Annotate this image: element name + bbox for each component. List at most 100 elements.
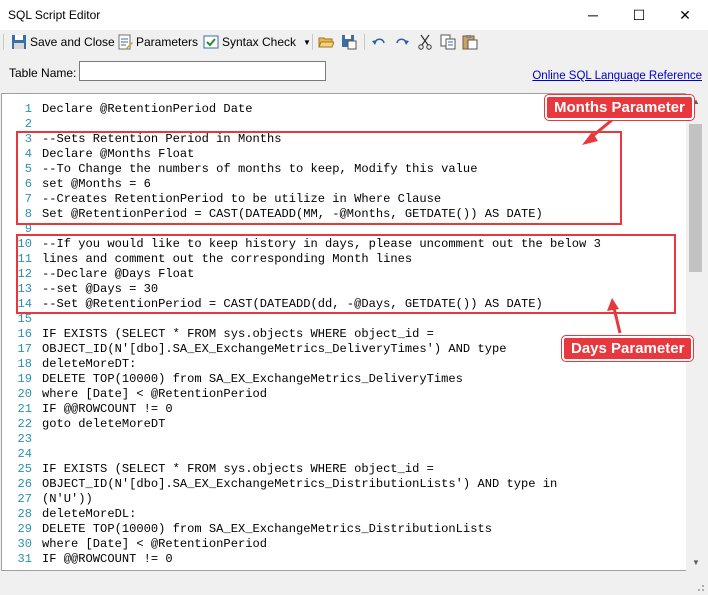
line-number: 29	[17, 522, 32, 536]
minimize-button[interactable]: ─	[570, 0, 616, 30]
minimize-icon: ─	[588, 7, 598, 23]
syntax-check-icon	[203, 35, 219, 49]
days-parameter-callout: Days Parameter	[562, 336, 694, 361]
code-text: OBJECT_ID(N'[dbo].SA_EX_ExchangeMetrics_…	[42, 342, 507, 356]
toolbar-separator-2	[364, 34, 365, 50]
code-text: deleteMoreDL:	[42, 507, 137, 521]
code-line: 21 IF @@ROWCOUNT != 0	[2, 402, 601, 417]
code-line: 29 DELETE TOP(10000) from SA_EX_ExchangeM…	[2, 522, 601, 537]
code-text: IF @@ROWCOUNT != 0	[42, 552, 173, 566]
line-number: 30	[17, 537, 32, 551]
cut-button[interactable]	[417, 33, 433, 51]
close-button[interactable]: ✕	[662, 0, 708, 30]
redo-icon	[396, 38, 409, 45]
line-number: 16	[17, 327, 32, 341]
months-parameter-callout: Months Parameter	[545, 95, 694, 120]
parameters-button[interactable]: Parameters	[117, 33, 198, 51]
save-as-icon	[342, 35, 357, 50]
code-line: 18 deleteMoreDT:	[2, 357, 601, 372]
status-bar	[0, 573, 708, 595]
line-number: 18	[17, 357, 32, 371]
vertical-scrollbar[interactable]: ▲ ▼	[686, 93, 706, 571]
resize-grip-icon[interactable]	[695, 582, 705, 592]
days-highlight-box	[16, 234, 676, 314]
parameters-label: Parameters	[136, 35, 199, 49]
paste-icon	[462, 35, 478, 50]
line-number: 19	[17, 372, 32, 386]
code-line: 1 Declare @RetentionPeriod Date	[2, 102, 601, 117]
scrollbar-thumb[interactable]	[689, 124, 702, 272]
table-name-row: Table Name: Online SQL Language Referenc…	[0, 56, 708, 90]
line-number: 31	[17, 552, 32, 566]
code-text: deleteMoreDT:	[42, 357, 137, 371]
undo-icon	[372, 38, 385, 45]
line-number: 27	[17, 492, 32, 506]
line-number: 24	[17, 447, 32, 461]
line-number: 20	[17, 387, 32, 401]
line-number: 25	[17, 462, 32, 476]
table-name-label: Table Name:	[9, 66, 77, 80]
code-line: 19 DELETE TOP(10000) from SA_EX_ExchangeM…	[2, 372, 601, 387]
line-number: 1	[24, 102, 32, 116]
code-line: 16 IF EXISTS (SELECT * FROM sys.objects W…	[2, 327, 601, 342]
code-text: IF @@ROWCOUNT != 0	[42, 402, 173, 416]
undo-button[interactable]	[371, 33, 387, 51]
paste-button[interactable]	[462, 33, 478, 51]
line-number: 26	[17, 477, 32, 491]
code-text: IF EXISTS (SELECT * FROM sys.objects WHE…	[42, 462, 434, 476]
line-number: 28	[17, 507, 32, 521]
line-number: 15	[17, 312, 32, 326]
folder-open-icon	[318, 37, 334, 48]
syntax-check-button[interactable]: Syntax Check ▼	[203, 33, 311, 51]
sql-reference-link[interactable]: Online SQL Language Reference	[532, 70, 702, 82]
months-highlight-box	[16, 131, 622, 225]
parameters-icon	[118, 34, 133, 50]
code-text: where [Date] < @RetentionPeriod	[42, 537, 267, 551]
code-text: goto deleteMoreDT	[42, 417, 166, 431]
code-line: 15	[2, 312, 601, 327]
save-icon	[12, 35, 26, 49]
maximize-icon: ☐	[632, 6, 646, 23]
open-button[interactable]	[318, 33, 334, 51]
code-line: 31 IF @@ROWCOUNT != 0	[2, 552, 601, 567]
line-number: 22	[17, 417, 32, 431]
line-number: 2	[24, 117, 32, 131]
code-line: 26 OBJECT_ID(N'[dbo].SA_EX_ExchangeMetric…	[2, 477, 601, 492]
chevron-down-icon[interactable]: ▼	[303, 38, 311, 47]
line-number: 21	[17, 402, 32, 416]
code-line: 24	[2, 447, 601, 462]
toolbar-separator	[312, 34, 313, 50]
save-and-close-button[interactable]: Save and Close	[11, 33, 115, 51]
toolbar: Save and Close Parameters Syntax Check ▼	[0, 30, 708, 54]
code-line: 30 where [Date] < @RetentionPeriod	[2, 537, 601, 552]
code-line: 23	[2, 432, 601, 447]
code-text: Declare @RetentionPeriod Date	[42, 102, 253, 116]
scroll-down-icon[interactable]: ▼	[686, 554, 706, 571]
window-title: SQL Script Editor	[8, 8, 101, 22]
table-name-input[interactable]	[79, 61, 326, 81]
code-text: OBJECT_ID(N'[dbo].SA_EX_ExchangeMetrics_…	[42, 477, 558, 491]
copy-button[interactable]	[440, 33, 456, 51]
code-text: DELETE TOP(10000) from SA_EX_ExchangeMet…	[42, 372, 463, 386]
code-line: 20 where [Date] < @RetentionPeriod	[2, 387, 601, 402]
line-number: 17	[17, 342, 32, 356]
save-as-button[interactable]	[341, 33, 357, 51]
redo-button[interactable]	[394, 33, 410, 51]
code-text: (N'U'))	[42, 492, 93, 506]
toolbar-grip	[3, 34, 4, 50]
code-text: DELETE TOP(10000) from SA_EX_ExchangeMet…	[42, 522, 492, 536]
close-icon: ✕	[679, 6, 691, 23]
code-line: 25 IF EXISTS (SELECT * FROM sys.objects W…	[2, 462, 601, 477]
code-line: 27 (N'U'))	[2, 492, 601, 507]
code-line: 22 goto deleteMoreDT	[2, 417, 601, 432]
line-number: 23	[17, 432, 32, 446]
maximize-button[interactable]: ☐	[616, 0, 662, 30]
code-text: where [Date] < @RetentionPeriod	[42, 387, 267, 401]
code-line: 2	[2, 117, 601, 132]
title-bar: SQL Script Editor ─ ☐ ✕	[0, 0, 708, 30]
copy-icon	[440, 34, 456, 50]
sql-script-editor-window: SQL Script Editor ─ ☐ ✕ Save and Close P…	[0, 0, 708, 595]
save-and-close-label: Save and Close	[30, 35, 115, 49]
code-line: 17 OBJECT_ID(N'[dbo].SA_EX_ExchangeMetric…	[2, 342, 601, 357]
code-text: IF EXISTS (SELECT * FROM sys.objects WHE…	[42, 327, 434, 341]
